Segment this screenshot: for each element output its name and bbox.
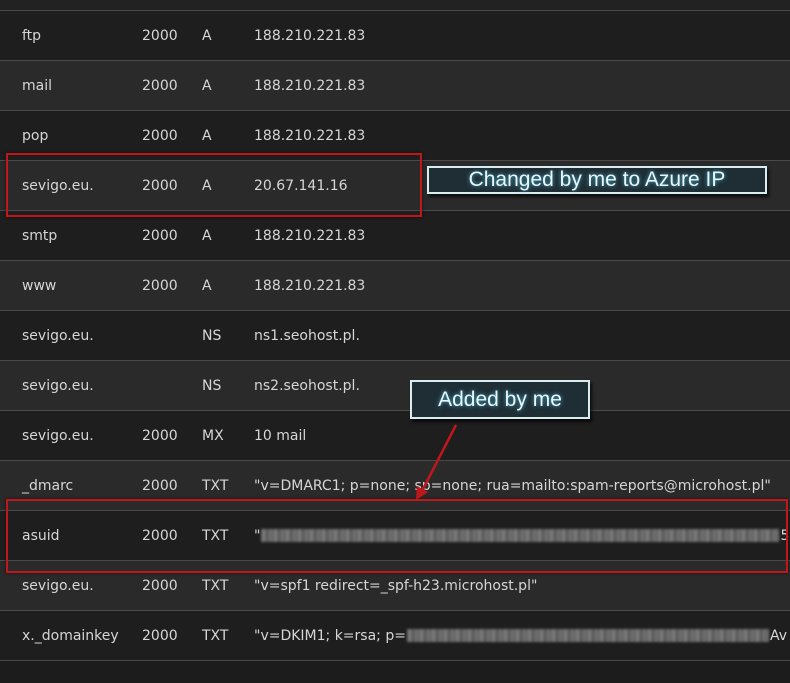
record-ttl: 2000 [142, 127, 178, 144]
record-type: TXT [202, 627, 229, 644]
highlight-box-added-record [6, 499, 788, 573]
record-name: pop [22, 127, 49, 144]
record-ttl: 2000 [142, 27, 178, 44]
record-value: 188.210.221.83 [254, 127, 366, 144]
record-ttl: 2000 [142, 627, 178, 644]
table-row[interactable]: sevigo.eu. NS ns2.seohost.pl. [0, 360, 790, 410]
record-type: NS [202, 377, 222, 394]
record-type: A [202, 227, 212, 244]
record-name: _dmarc [22, 477, 74, 494]
record-type: TXT [202, 477, 229, 494]
record-ttl: 2000 [142, 77, 178, 94]
record-name: x._domainkey [22, 627, 119, 644]
record-ttl: 2000 [142, 577, 178, 594]
record-type: A [202, 27, 212, 44]
record-name: sevigo.eu. [22, 327, 94, 344]
callout-changed: Changed by me to Azure IP [427, 166, 767, 194]
table-top-edge [0, 0, 790, 10]
record-value: 188.210.221.83 [254, 27, 366, 44]
record-value: "v=spf1 redirect=_spf-h23.microhost.pl" [254, 577, 538, 594]
record-type: A [202, 277, 212, 294]
record-value: 188.210.221.83 [254, 277, 366, 294]
table-row[interactable]: mail 2000 A 188.210.221.83 [0, 60, 790, 110]
record-ttl: 2000 [142, 427, 178, 444]
record-ttl: 2000 [142, 477, 178, 494]
table-row[interactable]: sevigo.eu. 2000 MX 10 mail [0, 410, 790, 460]
table-row[interactable]: ftp 2000 A 188.210.221.83 [0, 10, 790, 60]
record-ttl: 2000 [142, 227, 178, 244]
table-row[interactable]: smtp 2000 A 188.210.221.83 [0, 210, 790, 260]
record-name: sevigo.eu. [22, 377, 94, 394]
highlight-box-changed-record [6, 153, 422, 217]
record-name: ftp [22, 27, 42, 44]
value-suffix: Av [769, 627, 787, 644]
value-prefix: "v=DKIM1; k=rsa; p= [254, 627, 406, 644]
redacted-value [406, 629, 769, 642]
table-row[interactable]: x._domainkey 2000 TXT "v=DKIM1; k=rsa; p… [0, 610, 790, 661]
table-row[interactable]: sevigo.eu. NS ns1.seohost.pl. [0, 310, 790, 360]
table-row[interactable]: www 2000 A 188.210.221.83 [0, 260, 790, 310]
record-type: MX [202, 427, 224, 444]
record-type: A [202, 127, 212, 144]
callout-added: Added by me [410, 380, 590, 419]
record-value: 188.210.221.83 [254, 77, 366, 94]
record-type: NS [202, 327, 222, 344]
record-value: 188.210.221.83 [254, 227, 366, 244]
record-name: www [22, 277, 57, 294]
record-name: sevigo.eu. [22, 427, 94, 444]
record-value: 10 mail [254, 427, 307, 444]
record-value: ns2.seohost.pl. [254, 377, 360, 394]
record-name: mail [22, 77, 52, 94]
record-value: ns1.seohost.pl. [254, 327, 360, 344]
record-value: "v=DKIM1; k=rsa; p= Av [254, 628, 787, 644]
record-type: TXT [202, 577, 229, 594]
record-value: "v=DMARC1; p=none; sp=none; rua=mailto:s… [254, 477, 771, 494]
record-ttl: 2000 [142, 277, 178, 294]
record-name: smtp [22, 227, 58, 244]
record-name: sevigo.eu. [22, 577, 94, 594]
record-type: A [202, 77, 212, 94]
